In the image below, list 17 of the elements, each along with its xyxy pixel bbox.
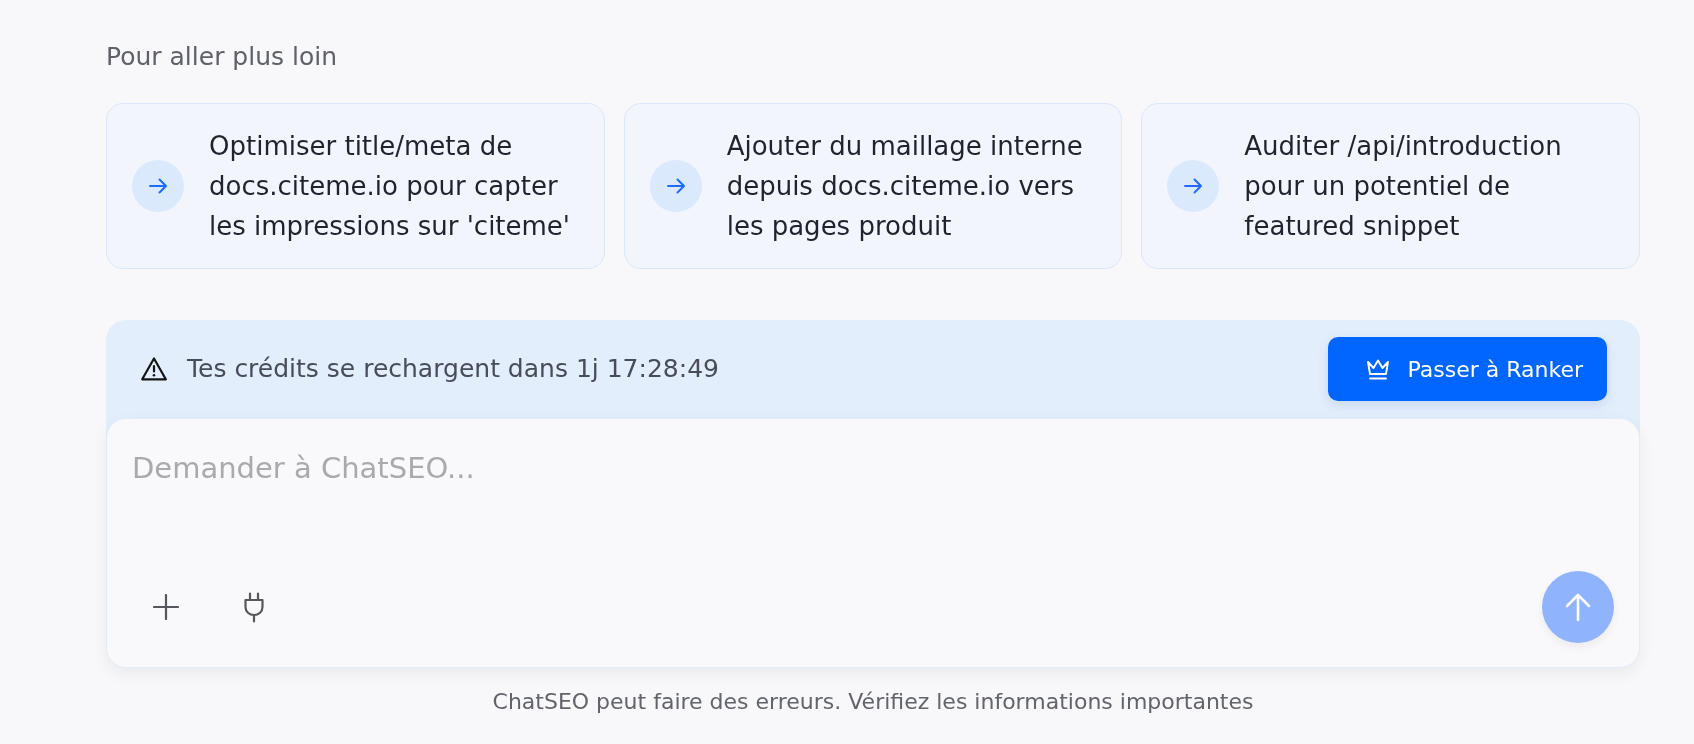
warning-icon <box>141 357 167 381</box>
arrow-up-icon <box>1564 592 1592 622</box>
upgrade-button[interactable]: Passer à Ranker <box>1327 337 1607 401</box>
crown-icon <box>1365 358 1390 380</box>
plus-icon <box>153 594 179 620</box>
disclaimer-text: ChatSEO peut faire des erreurs. Vérifiez les informations importantes <box>491 688 1255 716</box>
arrow-right-icon <box>132 160 184 212</box>
arrow-right-icon <box>649 160 702 212</box>
message-input[interactable]: Demander à ChatSEO... <box>132 450 1614 543</box>
composer-field[interactable]: Demander à ChatSEO... <box>106 418 1640 668</box>
plug-icon <box>243 591 265 623</box>
section-heading: Pour aller plus loin <box>106 42 338 72</box>
arrow-right-icon <box>1167 160 1220 212</box>
suggestion-card[interactable]: Optimiser title/meta de docs.citeme.io pour capter les impressions sur 'citeme' <box>106 103 605 269</box>
credits-message: Tes crédits se rechargent dans 1j 17:28:49 <box>187 354 719 384</box>
suggestion-card[interactable]: Auditer /api/introduction pour un potentiel de featured snippet <box>1141 103 1640 269</box>
suggestion-card[interactable]: Ajouter du maillage interne depuis docs.citeme.io vers les pages produit <box>623 103 1123 269</box>
